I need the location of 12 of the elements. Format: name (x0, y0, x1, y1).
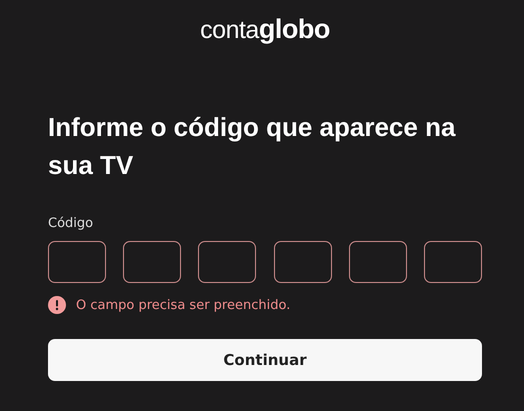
logo: contaglobo (200, 14, 330, 45)
error-icon (48, 296, 66, 314)
code-digit-field[interactable] (123, 241, 182, 283)
code-digit-field[interactable] (48, 241, 106, 283)
code-digit-field[interactable] (424, 241, 482, 283)
code-digit-field[interactable] (274, 241, 332, 283)
heading: Informe o código que aparece na sua TV (48, 111, 457, 182)
error-message: O campo precisa ser preenchido. (76, 298, 290, 312)
field-label: Código (48, 216, 94, 231)
code-digit-field[interactable] (348, 241, 407, 283)
continue-button[interactable]: Continuar (48, 339, 482, 381)
code-digit-field[interactable] (198, 241, 256, 283)
